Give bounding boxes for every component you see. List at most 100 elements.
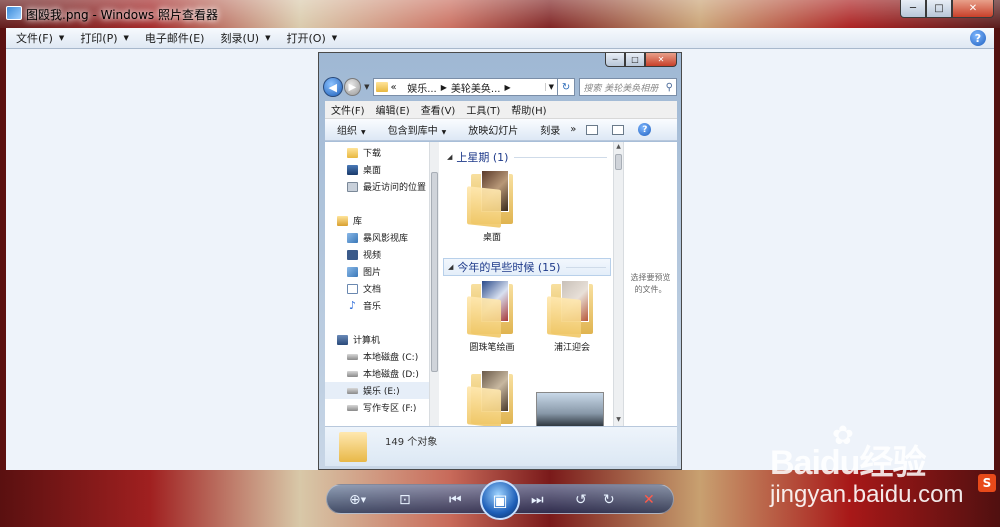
baidu-paw-icon: ✿ (832, 421, 854, 451)
photo-viewer-icon (6, 6, 22, 20)
explorer-maximize-button: □ (625, 53, 645, 67)
search-box: 搜索 美轮美奂相册 ⚲ (579, 78, 677, 96)
picture-icon (347, 266, 358, 277)
explorer-menu-view: 查看(V) (420, 106, 456, 117)
delete-icon[interactable]: ✕ (643, 491, 655, 509)
explorer-window-controls: ─ □ ✕ (605, 53, 677, 67)
help-icon[interactable]: ? (970, 30, 986, 46)
slideshow-play-button[interactable]: ▣ (480, 480, 520, 520)
chevron-down-icon: ▼ (441, 129, 447, 136)
folder-icon (467, 170, 517, 228)
explorer-menu-edit: 编辑(E) (375, 106, 410, 117)
menu-open[interactable]: 打开(O) ▼ (287, 30, 338, 46)
toolbar-burn: 刻录 (540, 126, 561, 137)
collapse-triangle-icon: ◢ (447, 153, 453, 161)
address-bar: « 娱乐... ▶ 美轮美奂... ▶ ▼ (372, 78, 558, 96)
minimize-button[interactable]: ─ (900, 0, 926, 18)
window-title: 图殴我.png - Windows 照片查看器 (26, 8, 218, 22)
next-icon[interactable]: ⏭ (531, 491, 544, 509)
file-item-folder (457, 370, 527, 426)
explorer-toolbar: 组织 ▼ 包含到库中 ▼ 放映幻灯片 刻录 » ? (325, 119, 677, 141)
viewer-controls: ⊕ ▼ ⊡ ⏮ ▣ ⏭ ↺ ↻ ✕ (326, 480, 674, 520)
drive-icon (347, 387, 358, 394)
explorer-menu-help: 帮助(H) (511, 106, 547, 117)
nav-item-pictures: 图片 (325, 263, 429, 280)
video-icon (347, 249, 358, 260)
title-bar: 图殴我.png - Windows 照片查看器 ─ □ ✕ (0, 0, 1000, 28)
explorer-menu-tools: 工具(T) (466, 106, 501, 117)
menu-print[interactable]: 打印(P) ▼ (80, 30, 129, 46)
explorer-body: 下载 桌面 最近访问的位置 库 暴风影视库 视频 图片 文档 ♪ 音乐 计算机 本… (325, 142, 677, 426)
file-list-scrollbar: ▲ ▼ (613, 142, 623, 426)
photo-thumbnail (536, 392, 604, 426)
preview-pane: 选择要预览的文件。 (623, 142, 677, 426)
explorer-navigation-bar: ◀ ▶ ▼ « 娱乐... ▶ 美轮美奂... ▶ ▼ ↻ 搜索 美轮美奂相册 … (323, 75, 677, 99)
nav-item-videos: 视频 (325, 246, 429, 263)
scroll-down-icon: ▼ (616, 416, 621, 423)
explorer-menu-bar: 文件(F) 编辑(E) 查看(V) 工具(T) 帮助(H) (325, 101, 677, 119)
file-item-pujiang: 浦江迎会 (537, 280, 607, 353)
drive-icon (347, 370, 358, 377)
chevron-down-icon: ▼ (58, 34, 65, 42)
displayed-image-explorer-window: ─ □ ✕ ◀ ▶ ▼ « 娱乐... ▶ 美轮美奂... ▶ ▼ ↻ 搜索 美… (318, 52, 682, 470)
document-icon (347, 283, 358, 294)
zoom-icon[interactable]: ⊕ ▼ (349, 491, 366, 509)
explorer-menu-file: 文件(F) (331, 106, 365, 117)
input-method-icon[interactable]: S (978, 474, 996, 492)
rotate-counterclockwise-icon[interactable]: ↺ (575, 491, 587, 509)
nav-item-disk-e: 娱乐 (E:) (325, 382, 429, 399)
watermark-url: jingyan.baidu.com (770, 481, 964, 508)
item-count: 149 个对象 (385, 437, 438, 448)
downloads-icon (347, 147, 358, 158)
folder-icon (547, 280, 597, 338)
actual-size-icon[interactable]: ⊡ (399, 491, 411, 509)
menu-bar: 文件(F) ▼ 打印(P) ▼ 电子邮件(E) 刻录(U) ▼ 打开(O) ▼ ? (6, 28, 994, 49)
media-library-icon (347, 232, 358, 243)
previous-icon[interactable]: ⏮ (449, 491, 462, 509)
search-icon: ⚲ (665, 81, 673, 93)
toolbar-include-in-library: 包含到库中 ▼ (387, 126, 447, 137)
rotate-clockwise-icon[interactable]: ↻ (603, 491, 615, 509)
chevron-right-icon: ▶ (440, 82, 447, 92)
drive-icon (347, 404, 358, 411)
explorer-close-button: ✕ (645, 53, 677, 67)
menu-burn[interactable]: 刻录(U) ▼ (220, 30, 270, 46)
maximize-button[interactable]: □ (926, 0, 952, 18)
nav-item-disk-d: 本地磁盘 (D:) (325, 365, 429, 382)
help-icon: ? (638, 123, 652, 136)
file-list: ◢ 上星期 (1) 桌面 ◢ 今年的早些时候 (15) 圆珠笔绘画 浦江迎会 (441, 142, 613, 426)
folder-icon (375, 82, 388, 92)
library-icon (337, 215, 348, 226)
menu-email[interactable]: 电子邮件(E) (145, 30, 205, 46)
nav-item-disk-c: 本地磁盘 (C:) (325, 348, 429, 365)
chevron-down-icon: ▼ (361, 129, 366, 136)
group-header-last-week: ◢ 上星期 (1) (443, 148, 611, 166)
menu-file[interactable]: 文件(F) ▼ (16, 30, 64, 46)
computer-icon (337, 334, 348, 345)
desktop-icon (347, 164, 358, 175)
folder-icon (467, 370, 517, 426)
scroll-up-icon: ▲ (616, 143, 621, 150)
forward-arrow-icon: ▶ (343, 78, 362, 96)
window-controls: ─ □ ✕ (900, 0, 994, 18)
view-options-icon (586, 124, 599, 135)
collapse-triangle-icon: ◢ (448, 263, 454, 271)
chevron-right-icon: ▶ (504, 82, 511, 92)
folder-icon (339, 431, 367, 462)
chevron-down-icon: ▼ (123, 34, 129, 42)
music-note-icon: ♪ (348, 299, 357, 312)
back-arrow-icon: ◀ (323, 77, 343, 97)
nav-item-storm-library: 暴风影视库 (325, 229, 429, 246)
nav-group-libraries: 库 (325, 212, 429, 229)
nav-item-recent: 最近访问的位置 (325, 178, 429, 195)
toolbar-slideshow: 放映幻灯片 (468, 126, 519, 137)
scrollbar-thumb (615, 154, 622, 170)
toolbar-more: » (570, 124, 577, 135)
drive-icon (347, 353, 358, 360)
nav-group-computer: 计算机 (325, 331, 429, 348)
navigation-scrollbar (429, 142, 439, 426)
baidu-watermark: Baidu经验 ✿ jingyan.baidu.com (770, 421, 998, 525)
close-button[interactable]: ✕ (952, 0, 994, 18)
recent-places-icon (347, 181, 358, 192)
nav-item-desktop: 桌面 (325, 161, 429, 178)
